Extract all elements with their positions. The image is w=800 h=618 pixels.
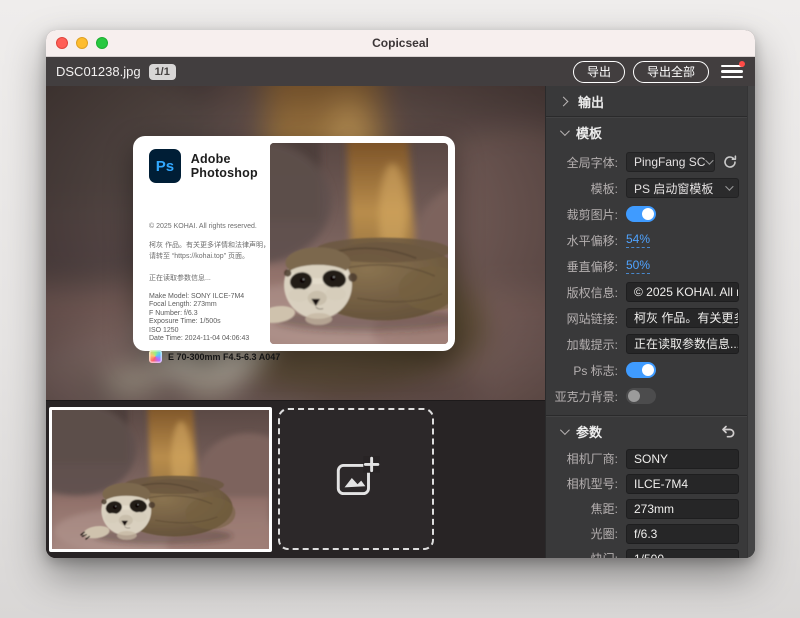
export-all-button[interactable]: 导出全部 [633,61,709,83]
export-button[interactable]: 导出 [573,61,625,83]
section-params[interactable]: 参数 [546,416,755,446]
panel-scrollbar[interactable] [747,86,755,558]
app-toolbar: DSC01238.jpg 1/1 导出 导出全部 [46,57,755,86]
image-counter-badge: 1/1 [149,64,176,80]
row-global-font: 全局字体: PingFang SC [546,149,755,175]
camera-model-input[interactable]: ILCE-7M4 [626,474,739,494]
canvas-area: Ps Adobe Photoshop © 2025 KOHAI. All rig… [46,86,545,558]
active-filename: DSC01238.jpg [56,64,141,79]
row-camera-make: 相机厂商: SONY [546,446,755,471]
camera-make-input[interactable]: SONY [626,449,739,469]
minimize-button[interactable] [76,37,88,49]
vertical-offset-value[interactable]: 50% [626,258,650,274]
zoom-button[interactable] [96,37,108,49]
row-crop-image: 裁剪图片: [546,201,755,227]
loading-tip-input[interactable]: 正在读取参数信息... [626,334,739,354]
focal-length-input[interactable]: 273mm [626,499,739,519]
titlebar: Copicseal [46,30,755,57]
lens-brand-icon [149,350,162,363]
add-image-tile[interactable] [278,408,434,550]
preview-area: Ps Adobe Photoshop © 2025 KOHAI. All rig… [46,86,545,400]
photoshop-logo-icon: Ps [149,149,181,183]
row-ps-logo: Ps 标志: [546,357,755,383]
copyright-input[interactable]: © 2025 KOHAI. All rights re [626,282,739,302]
refresh-fonts-icon[interactable] [721,153,739,171]
chevron-down-icon [725,182,733,190]
row-website: 网站链接: 柯灰 作品。有关更多详情 [546,305,755,331]
row-camera-model: 相机型号: ILCE-7M4 [546,471,755,496]
crop-image-toggle[interactable] [626,206,656,222]
notification-dot [739,61,745,67]
aperture-input[interactable]: f/6.3 [626,524,739,544]
template-rows: 全局字体: PingFang SC 模板: P [546,147,755,415]
font-select[interactable]: PingFang SC [626,152,715,172]
website-input[interactable]: 柯灰 作品。有关更多详情 [626,308,739,328]
row-shutter: 快门: 1/500 [546,546,755,558]
traffic-lights [56,30,108,56]
section-template[interactable]: 模板 [546,117,755,147]
chevron-down-icon [706,156,714,164]
acrylic-background-toggle[interactable] [626,388,656,404]
app-window: Copicseal DSC01238.jpg 1/1 导出 导出全部 [46,30,755,558]
watermark-lens-info: E 70-300mm F4.5-6.3 A047 [168,352,280,362]
chevron-down-icon [560,425,570,435]
shutter-input[interactable]: 1/500 [626,549,739,559]
row-aperture: 光圈: f/6.3 [546,521,755,546]
row-loading-tip: 加载提示: 正在读取参数信息... [546,331,755,357]
params-rows: 相机厂商: SONY 相机型号: ILCE-7M4 焦距: 273mm 光圈: … [546,446,755,558]
hamburger-menu-icon[interactable] [721,62,743,82]
row-acrylic: 亚克力背景: [546,383,755,409]
add-image-icon [331,454,381,504]
row-horizontal-offset: 水平偏移: 54% [546,227,755,253]
reset-params-icon[interactable] [719,422,737,440]
template-select[interactable]: PS 启动窗模板 [626,178,739,198]
row-vertical-offset: 垂直偏移: 50% [546,253,755,279]
thumbnail-selected[interactable] [49,407,272,552]
row-copyright: 版权信息: © 2025 KOHAI. All rights re [546,279,755,305]
window-title: Copicseal [372,36,429,50]
horizontal-offset-value[interactable]: 54% [626,232,650,248]
row-focal-length: 焦距: 273mm [546,496,755,521]
watermark-card[interactable]: Ps Adobe Photoshop © 2025 KOHAI. All rig… [133,136,455,351]
watermark-photo [270,143,448,344]
filmstrip [46,400,545,558]
settings-panel: 输出 模板 全局字体: PingFang SC [545,86,755,558]
ps-logo-toggle[interactable] [626,362,656,378]
chevron-right-icon [559,96,569,106]
section-output[interactable]: 输出 [546,86,755,116]
chevron-down-icon [560,126,570,136]
close-button[interactable] [56,37,68,49]
row-template: 模板: PS 启动窗模板 [546,175,755,201]
